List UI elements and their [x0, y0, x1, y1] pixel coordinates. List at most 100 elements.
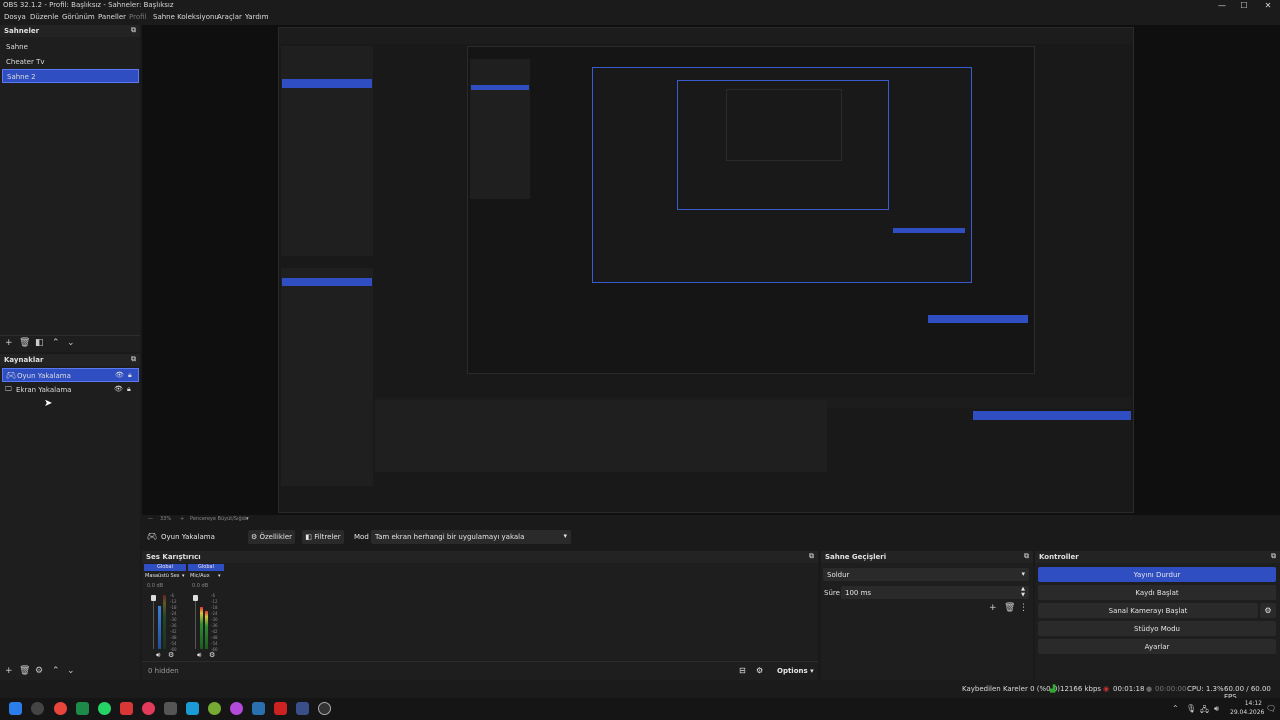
gear-icon[interactable]: ⚙	[168, 651, 174, 659]
move-up-icon[interactable]: ⌃	[52, 666, 60, 676]
menu-duzenle[interactable]: Düzenle	[30, 13, 59, 21]
menu-sahne-koleksiyonu[interactable]: Sahne Koleksiyonu	[153, 13, 219, 21]
nested2-scenes	[470, 59, 530, 199]
chrome-icon[interactable]	[54, 702, 67, 715]
preview-canvas[interactable]	[142, 25, 1280, 515]
mode-select[interactable]: Tam ekran herhangi bir uygulamayı yakala…	[371, 530, 571, 544]
app-icon[interactable]	[230, 702, 243, 715]
layout-icon[interactable]: ⊟	[739, 666, 746, 675]
obs-icon[interactable]	[318, 702, 331, 715]
trash-icon[interactable]: 🗑	[1004, 603, 1015, 613]
network-icon[interactable]: 🖧	[1200, 704, 1209, 718]
zoom-in-icon[interactable]: +	[180, 516, 184, 522]
scenes-dock-title: Sahneler ⧉	[0, 25, 140, 37]
settings-button[interactable]: Ayarlar	[1038, 639, 1276, 654]
speaker-icon[interactable]: 🔊︎	[156, 651, 160, 660]
add-icon[interactable]: +	[5, 338, 13, 348]
trash-icon[interactable]: 🗑	[19, 338, 30, 348]
float-icon[interactable]: ⧉	[1271, 552, 1276, 561]
stop-streaming-button[interactable]: Yayını Durdur	[1038, 567, 1276, 582]
duration-input[interactable]: 100 ms ▲ ▼	[841, 586, 1029, 599]
whatsapp-icon[interactable]	[98, 702, 111, 715]
maximize-button[interactable]: ☐	[1232, 0, 1256, 12]
float-icon[interactable]: ⧉	[131, 26, 136, 35]
telegram-icon[interactable]	[186, 702, 199, 715]
signal-icon: ▟	[1050, 685, 1056, 693]
float-icon[interactable]: ⧉	[131, 355, 136, 364]
microphone-icon[interactable]: 🎙︎	[1186, 704, 1196, 713]
lock-icon[interactable]: 🔒︎	[128, 371, 132, 380]
zoom-out-icon[interactable]: —	[148, 516, 153, 522]
menu-gorunum[interactable]: Görünüm	[62, 13, 95, 21]
trash-icon[interactable]: 🗑	[19, 666, 30, 676]
duration-value: 100 ms	[845, 589, 872, 597]
tray-clock-time[interactable]: 14:12	[1240, 700, 1262, 707]
lock-icon[interactable]: 🔒︎	[127, 385, 131, 394]
menu-araclar[interactable]: Araçlar	[217, 13, 242, 21]
start-virtual-camera-button[interactable]: Sanal Kamerayı Başlat	[1038, 603, 1258, 618]
volume-slider-track[interactable]	[195, 601, 196, 649]
preview-nested-3	[592, 67, 972, 283]
mixer-dock-title: Ses Karıştırıcı ⧉	[142, 551, 818, 563]
menu-profil[interactable]: Profil	[129, 13, 146, 21]
menu-yardim[interactable]: Yardım	[245, 13, 269, 21]
gear-icon[interactable]: ⚙	[756, 666, 763, 675]
float-icon[interactable]: ⧉	[1024, 552, 1029, 561]
fit-to-window[interactable]: Pencereye Büyüt/Sığdır	[190, 516, 248, 522]
gear-icon[interactable]: ⚙	[35, 666, 43, 676]
video-app-icon[interactable]	[120, 702, 133, 715]
more-icon[interactable]: ⋮	[1019, 603, 1028, 613]
scene-item-selected[interactable]: Sahne 2	[2, 69, 139, 83]
stepper-icon[interactable]: ▲ ▼	[1021, 586, 1025, 598]
tray-chevron-icon[interactable]: ⌃	[1172, 704, 1179, 713]
add-icon[interactable]: +	[989, 603, 997, 613]
channel-name: Mic/Aux	[190, 573, 210, 579]
sources-dock-title: Kaynaklar ⧉	[0, 354, 140, 366]
windows-start-icon[interactable]	[9, 702, 22, 715]
menu-paneller[interactable]: Paneller	[98, 13, 126, 21]
filters-button[interactable]: ◧ Filtreler	[302, 530, 344, 544]
app-icon[interactable]	[296, 702, 309, 715]
transition-select[interactable]: Soldur ▾	[823, 568, 1029, 581]
move-down-icon[interactable]: ⌄	[67, 666, 75, 676]
app-icon[interactable]	[164, 702, 177, 715]
app-icon[interactable]	[274, 702, 287, 715]
source-item[interactable]: 🖵 Ekran Yakalama 👁︎ 🔒︎	[2, 383, 139, 397]
speaker-icon[interactable]: 🔊︎	[197, 651, 201, 660]
app-icon[interactable]	[208, 702, 221, 715]
eye-icon[interactable]: 👁︎	[115, 371, 124, 379]
virtual-camera-settings-button[interactable]: ⚙	[1260, 603, 1276, 618]
options-label: Options	[777, 667, 808, 675]
minimize-button[interactable]: —	[1210, 0, 1234, 12]
float-icon[interactable]: ⧉	[809, 552, 814, 561]
app-icon[interactable]	[142, 702, 155, 715]
source-item-selected[interactable]: 🎮︎ Oyun Yakalama 👁︎ 🔒︎	[2, 368, 139, 382]
properties-button[interactable]: ⚙ Özellikler	[248, 530, 295, 544]
move-down-icon[interactable]: ⌄	[67, 338, 75, 348]
move-up-icon[interactable]: ⌃	[52, 338, 60, 348]
studio-mode-button[interactable]: Stüdyo Modu	[1038, 621, 1276, 636]
chevron-down-icon[interactable]: ▾	[218, 573, 221, 579]
controls-title: Kontroller	[1039, 553, 1079, 561]
volume-icon[interactable]: 🔊︎	[1214, 704, 1219, 714]
transition-value: Soldur	[827, 571, 850, 579]
steam-icon[interactable]	[252, 702, 265, 715]
tick-label: -48	[170, 635, 177, 640]
tray-clock-date[interactable]: 29.04.2026	[1230, 709, 1264, 716]
notification-icon[interactable]: 🗨	[1266, 704, 1276, 713]
scene-item[interactable]: Sahne	[2, 40, 138, 54]
menu-dosya[interactable]: Dosya	[4, 13, 26, 21]
close-button[interactable]: ✕	[1256, 0, 1280, 12]
eye-icon[interactable]: 👁︎	[114, 385, 123, 393]
chevron-down-icon[interactable]: ▾	[182, 573, 185, 579]
start-recording-button[interactable]: Kaydı Başlat	[1038, 585, 1276, 600]
filter-icon[interactable]: ◧	[35, 338, 44, 348]
chevron-down-icon[interactable]: ▾	[246, 516, 249, 522]
scene-item[interactable]: Cheater Tv	[2, 55, 138, 69]
options-button[interactable]: Options ▾	[777, 667, 814, 675]
search-icon[interactable]	[31, 702, 44, 715]
spreadsheet-icon[interactable]	[76, 702, 89, 715]
volume-slider-track[interactable]	[153, 601, 154, 649]
add-icon[interactable]: +	[5, 666, 13, 676]
gear-icon[interactable]: ⚙	[209, 651, 215, 659]
